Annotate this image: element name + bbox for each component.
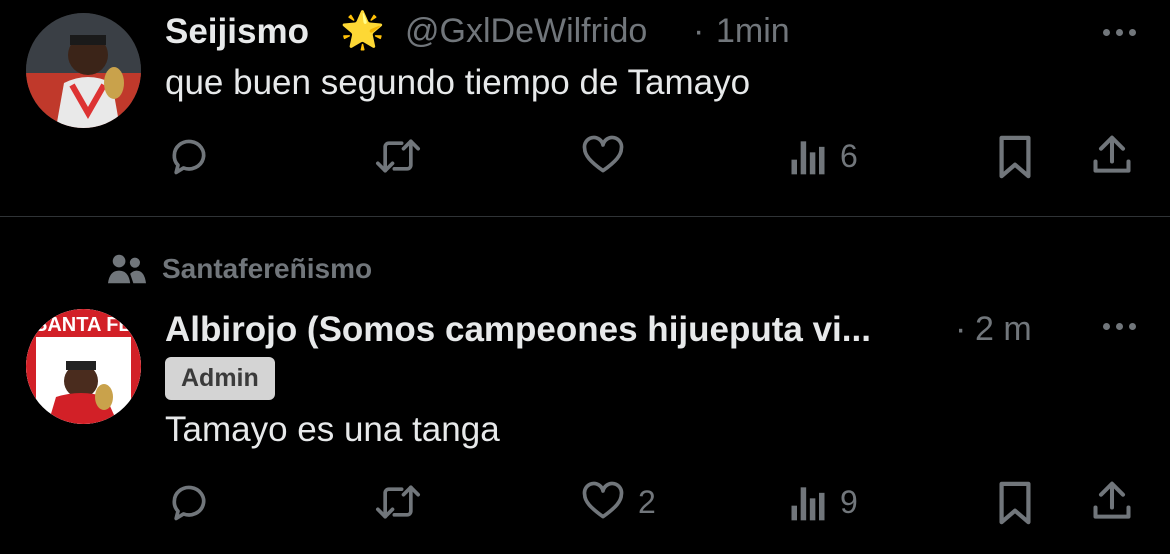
admin-badge: Admin [165, 357, 275, 400]
star-emoji: 🌟 [340, 9, 385, 50]
reply-icon [172, 485, 206, 521]
repost-icon [376, 139, 420, 173]
reply-button[interactable] [167, 480, 223, 524]
avatar[interactable] [26, 13, 141, 128]
repost-button[interactable] [373, 480, 435, 524]
tweet-text: Tamayo es una tanga [165, 410, 500, 449]
views-icon [791, 141, 825, 175]
views-button[interactable]: 6 [788, 134, 858, 178]
share-button[interactable] [1090, 133, 1134, 179]
timestamp[interactable]: 1min [716, 12, 790, 51]
author-name[interactable]: Seijismo [165, 12, 309, 52]
reply-icon [172, 139, 206, 175]
views-icon [791, 487, 825, 521]
like-icon [582, 481, 624, 519]
tweet-text: que buen segundo tiempo de Tamayo [165, 63, 751, 102]
time-separator: · [693, 12, 705, 50]
author-name[interactable]: Albirojo (Somos campeones hijueputa vi..… [165, 310, 871, 350]
bookmark-icon [999, 135, 1031, 179]
repost-icon [376, 485, 420, 519]
time-separator: · [955, 310, 967, 348]
more-icon[interactable] [1094, 316, 1144, 336]
like-count: 2 [638, 483, 656, 520]
like-button[interactable]: 2 [580, 480, 656, 524]
bookmark-icon [999, 481, 1031, 525]
share-icon [1093, 135, 1131, 173]
share-icon [1093, 481, 1131, 519]
timestamp[interactable]: 2 m [975, 310, 1032, 349]
author-handle[interactable]: @GxlDeWilfrido [405, 12, 647, 51]
reply-button[interactable] [167, 134, 223, 178]
community-icon [108, 254, 146, 284]
views-count: 9 [840, 483, 858, 520]
like-icon [582, 135, 624, 173]
tweet-1[interactable]: Seijismo 🌟 @GxlDeWilfrido · 1min que bue… [0, 0, 1170, 216]
bookmark-button[interactable] [995, 134, 1035, 180]
avatar[interactable]: SANTA FE [26, 309, 141, 424]
community-name: Santafereñismo [162, 253, 373, 284]
more-icon[interactable] [1094, 22, 1144, 42]
community-label[interactable]: Santafereñismo [108, 253, 372, 285]
repost-button[interactable] [373, 134, 435, 178]
like-button[interactable] [580, 134, 638, 178]
views-button[interactable]: 9 [788, 480, 858, 524]
views-count: 6 [840, 137, 858, 174]
share-button[interactable] [1090, 479, 1134, 525]
bookmark-button[interactable] [995, 480, 1035, 526]
